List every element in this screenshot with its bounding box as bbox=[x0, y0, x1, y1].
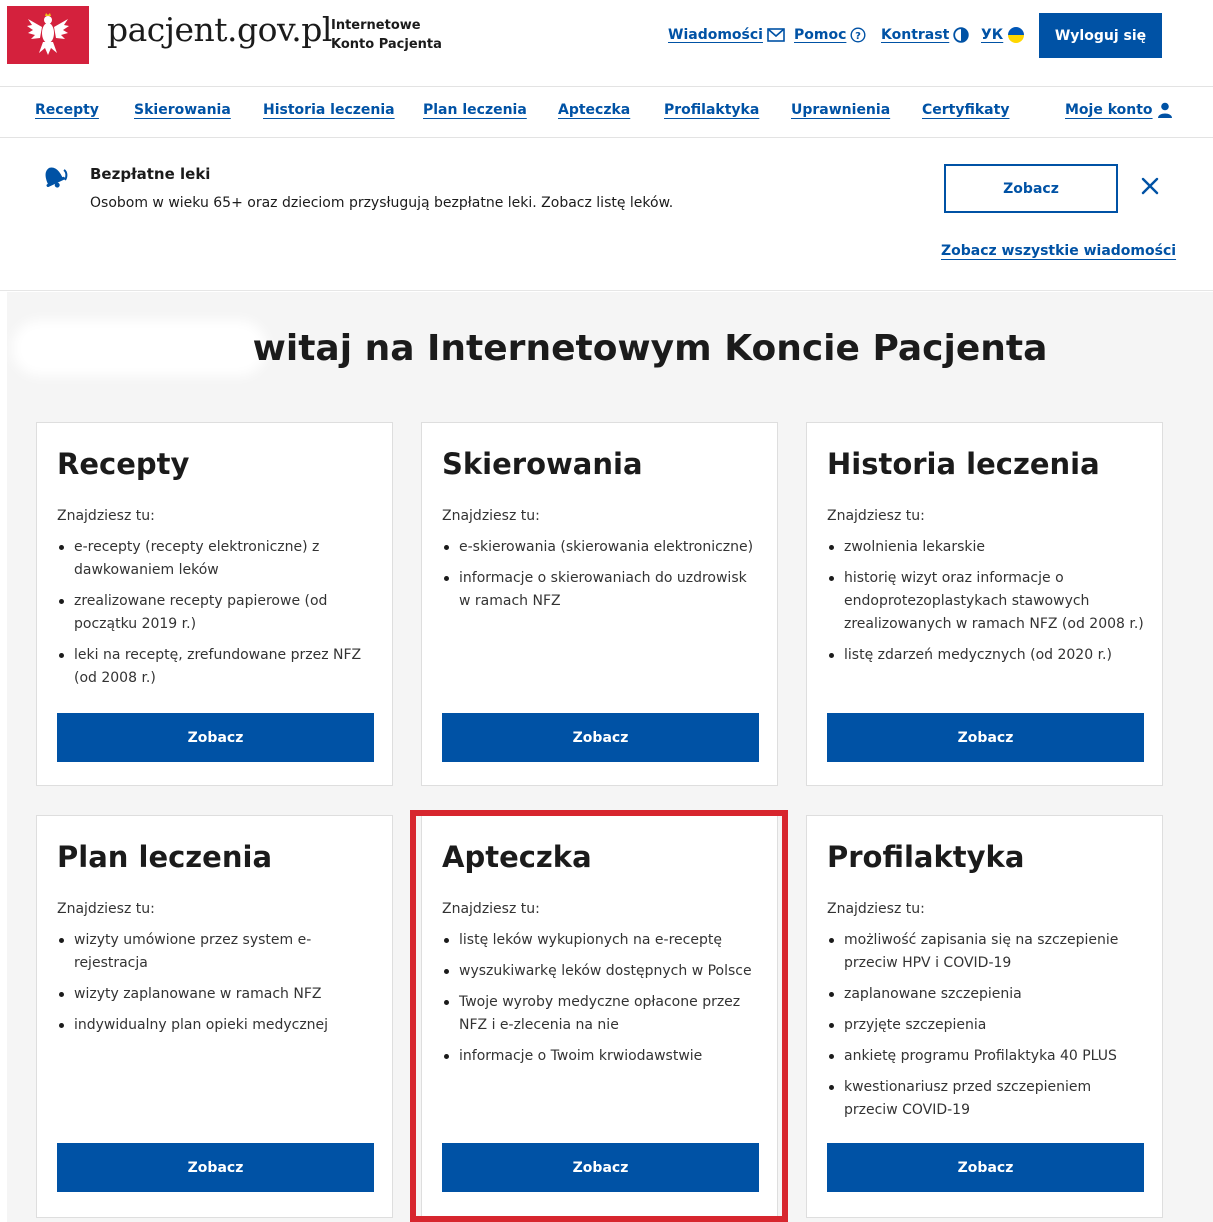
welcome-heading: witaj na Internetowym Koncie Pacjenta bbox=[252, 328, 1048, 369]
card-intro: Znajdziesz tu: bbox=[57, 508, 155, 524]
user-icon bbox=[1157, 102, 1172, 118]
list-item: leki na receptę, zrefundowane przez NFZ … bbox=[57, 644, 377, 690]
svg-text:?: ? bbox=[855, 31, 861, 42]
list-item: przyjęte szczepienia bbox=[827, 1014, 1147, 1037]
nav-item-plan-leczenia[interactable]: Plan leczenia bbox=[423, 102, 527, 118]
contrast-icon bbox=[953, 27, 969, 43]
card-title: Plan leczenia bbox=[57, 840, 273, 874]
help-label: Pomoc bbox=[794, 27, 847, 43]
all-messages-link[interactable]: Zobacz wszystkie wiadomości bbox=[941, 243, 1176, 259]
language-link[interactable]: УК bbox=[981, 23, 1025, 47]
nav-item-moje-konto[interactable]: Moje konto bbox=[1065, 102, 1172, 118]
list-item: wizyty umówione przez system e-rejestrac… bbox=[57, 929, 377, 975]
list-item: informacje o skierowaniach do uzdrowisk … bbox=[442, 567, 762, 613]
list-item: kwestionariusz przed szczepieniem przeci… bbox=[827, 1076, 1147, 1122]
skierowania-view-button[interactable]: Zobacz bbox=[442, 713, 759, 762]
list-item: zrealizowane recepty papierowe (od począ… bbox=[57, 590, 377, 636]
nav-item-historia-leczenia[interactable]: Historia leczenia bbox=[263, 102, 395, 118]
card-intro: Znajdziesz tu: bbox=[442, 508, 540, 524]
question-circle-icon: ? bbox=[850, 27, 866, 43]
card-intro: Znajdziesz tu: bbox=[57, 901, 155, 917]
nav-item-recepty[interactable]: Recepty bbox=[35, 102, 99, 118]
list-item: listę leków wykupionych na e-receptę bbox=[442, 929, 762, 952]
card-title: Recepty bbox=[57, 447, 190, 481]
contrast-label: Kontrast bbox=[881, 27, 950, 43]
list-item: informacje o Twoim krwiodawstwie bbox=[442, 1045, 762, 1068]
notification-banner: Bezpłatne leki Osobom w wieku 65+ oraz d… bbox=[0, 138, 1213, 291]
card-list: listę leków wykupionych na e-receptę wys… bbox=[442, 929, 762, 1076]
contrast-link[interactable]: Kontrast bbox=[881, 23, 969, 47]
nav-item-uprawnienia[interactable]: Uprawnienia bbox=[791, 102, 890, 118]
notification-view-button[interactable]: Zobacz bbox=[944, 164, 1118, 213]
recepty-view-button[interactable]: Zobacz bbox=[57, 713, 374, 762]
list-item: możliwość zapisania się na szczepienie p… bbox=[827, 929, 1147, 975]
top-header: pacjent.gov.pl Internetowe Konto Pacjent… bbox=[0, 0, 1213, 86]
close-icon[interactable] bbox=[1139, 175, 1161, 197]
card-intro: Znajdziesz tu: bbox=[827, 508, 925, 524]
list-item: zwolnienia lekarskie bbox=[827, 536, 1147, 559]
card-profilaktyka: Profilaktyka Znajdziesz tu: możliwość za… bbox=[806, 815, 1163, 1218]
card-title: Profilaktyka bbox=[827, 840, 1025, 874]
list-item: indywidualny plan opieki medycznej bbox=[57, 1014, 377, 1037]
card-plan-leczenia: Plan leczenia Znajdziesz tu: wizyty umów… bbox=[36, 815, 393, 1218]
card-list: e-recepty (recepty elektroniczne) z dawk… bbox=[57, 536, 377, 698]
card-title: Skierowania bbox=[442, 447, 643, 481]
card-list: możliwość zapisania się na szczepienie p… bbox=[827, 929, 1147, 1130]
utility-links: Wiadomości Pomoc ? Kontrast УК bbox=[0, 23, 1213, 47]
help-link[interactable]: Pomoc ? bbox=[794, 23, 866, 47]
historia-view-button[interactable]: Zobacz bbox=[827, 713, 1144, 762]
language-label: УК bbox=[981, 27, 1004, 43]
card-recepty: Recepty Znajdziesz tu: e-recepty (recept… bbox=[36, 422, 393, 786]
nav-item-moje-konto-label: Moje konto bbox=[1065, 102, 1153, 118]
profilaktyka-view-button[interactable]: Zobacz bbox=[827, 1143, 1144, 1192]
card-apteczka: Apteczka Znajdziesz tu: listę leków wyku… bbox=[421, 815, 778, 1218]
card-intro: Znajdziesz tu: bbox=[827, 901, 925, 917]
list-item: Twoje wyroby medyczne opłacone przez NFZ… bbox=[442, 991, 762, 1037]
card-list: zwolnienia lekarskie historię wizyt oraz… bbox=[827, 536, 1147, 675]
card-list: wizyty umówione przez system e-rejestrac… bbox=[57, 929, 377, 1045]
card-historia-leczenia: Historia leczenia Znajdziesz tu: zwolnie… bbox=[806, 422, 1163, 786]
nav-item-skierowania[interactable]: Skierowania bbox=[134, 102, 231, 118]
list-item: historię wizyt oraz informacje o endopro… bbox=[827, 567, 1147, 636]
apteczka-view-button[interactable]: Zobacz bbox=[442, 1143, 759, 1192]
list-item: e-recepty (recepty elektroniczne) z dawk… bbox=[57, 536, 377, 582]
list-item: ankietę programu Profilaktyka 40 PLUS bbox=[827, 1045, 1147, 1068]
card-intro: Znajdziesz tu: bbox=[442, 901, 540, 917]
list-item: zaplanowane szczepienia bbox=[827, 983, 1147, 1006]
main-navigation: Recepty Skierowania Historia leczenia Pl… bbox=[0, 86, 1213, 138]
nav-item-apteczka[interactable]: Apteczka bbox=[558, 102, 630, 118]
ukraine-flag-icon bbox=[1008, 27, 1025, 43]
messages-link[interactable]: Wiadomości bbox=[668, 23, 785, 47]
plan-view-button[interactable]: Zobacz bbox=[57, 1143, 374, 1192]
card-skierowania: Skierowania Znajdziesz tu: e-skierowania… bbox=[421, 422, 778, 786]
nav-item-profilaktyka[interactable]: Profilaktyka bbox=[664, 102, 759, 118]
nav-item-certyfikaty[interactable]: Certyfikaty bbox=[922, 102, 1009, 118]
logout-button[interactable]: Wyloguj się bbox=[1039, 13, 1162, 58]
list-item: e-skierowania (skierowania elektroniczne… bbox=[442, 536, 762, 559]
card-list: e-skierowania (skierowania elektroniczne… bbox=[442, 536, 762, 621]
notification-text: Osobom w wieku 65+ oraz dzieciom przysłu… bbox=[90, 195, 674, 211]
card-title: Historia leczenia bbox=[827, 447, 1100, 481]
list-item: wizyty zaplanowane w ramach NFZ bbox=[57, 983, 377, 1006]
list-item: wyszukiwarkę leków dostępnych w Polsce bbox=[442, 960, 762, 983]
card-title: Apteczka bbox=[442, 840, 592, 874]
messages-label: Wiadomości bbox=[668, 27, 763, 43]
bell-icon bbox=[45, 167, 68, 188]
notification-title: Bezpłatne leki bbox=[90, 165, 211, 183]
list-item: listę zdarzeń medycznych (od 2020 r.) bbox=[827, 644, 1147, 667]
envelope-icon bbox=[767, 28, 785, 42]
